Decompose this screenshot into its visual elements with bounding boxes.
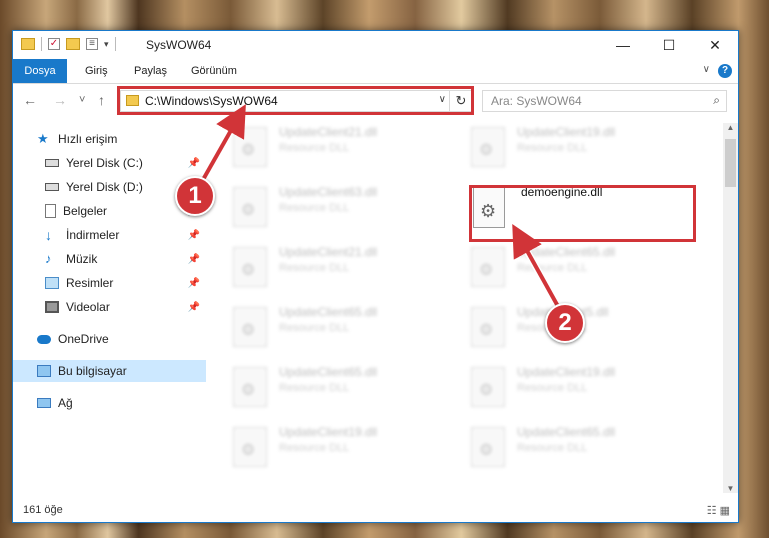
arrow-step-2 — [512, 224, 562, 311]
step-1-badge: 1 — [175, 176, 215, 216]
step-2-badge: 2 — [545, 303, 585, 343]
annotation-arrows — [196, 104, 564, 312]
arrow-step-1 — [198, 104, 246, 186]
